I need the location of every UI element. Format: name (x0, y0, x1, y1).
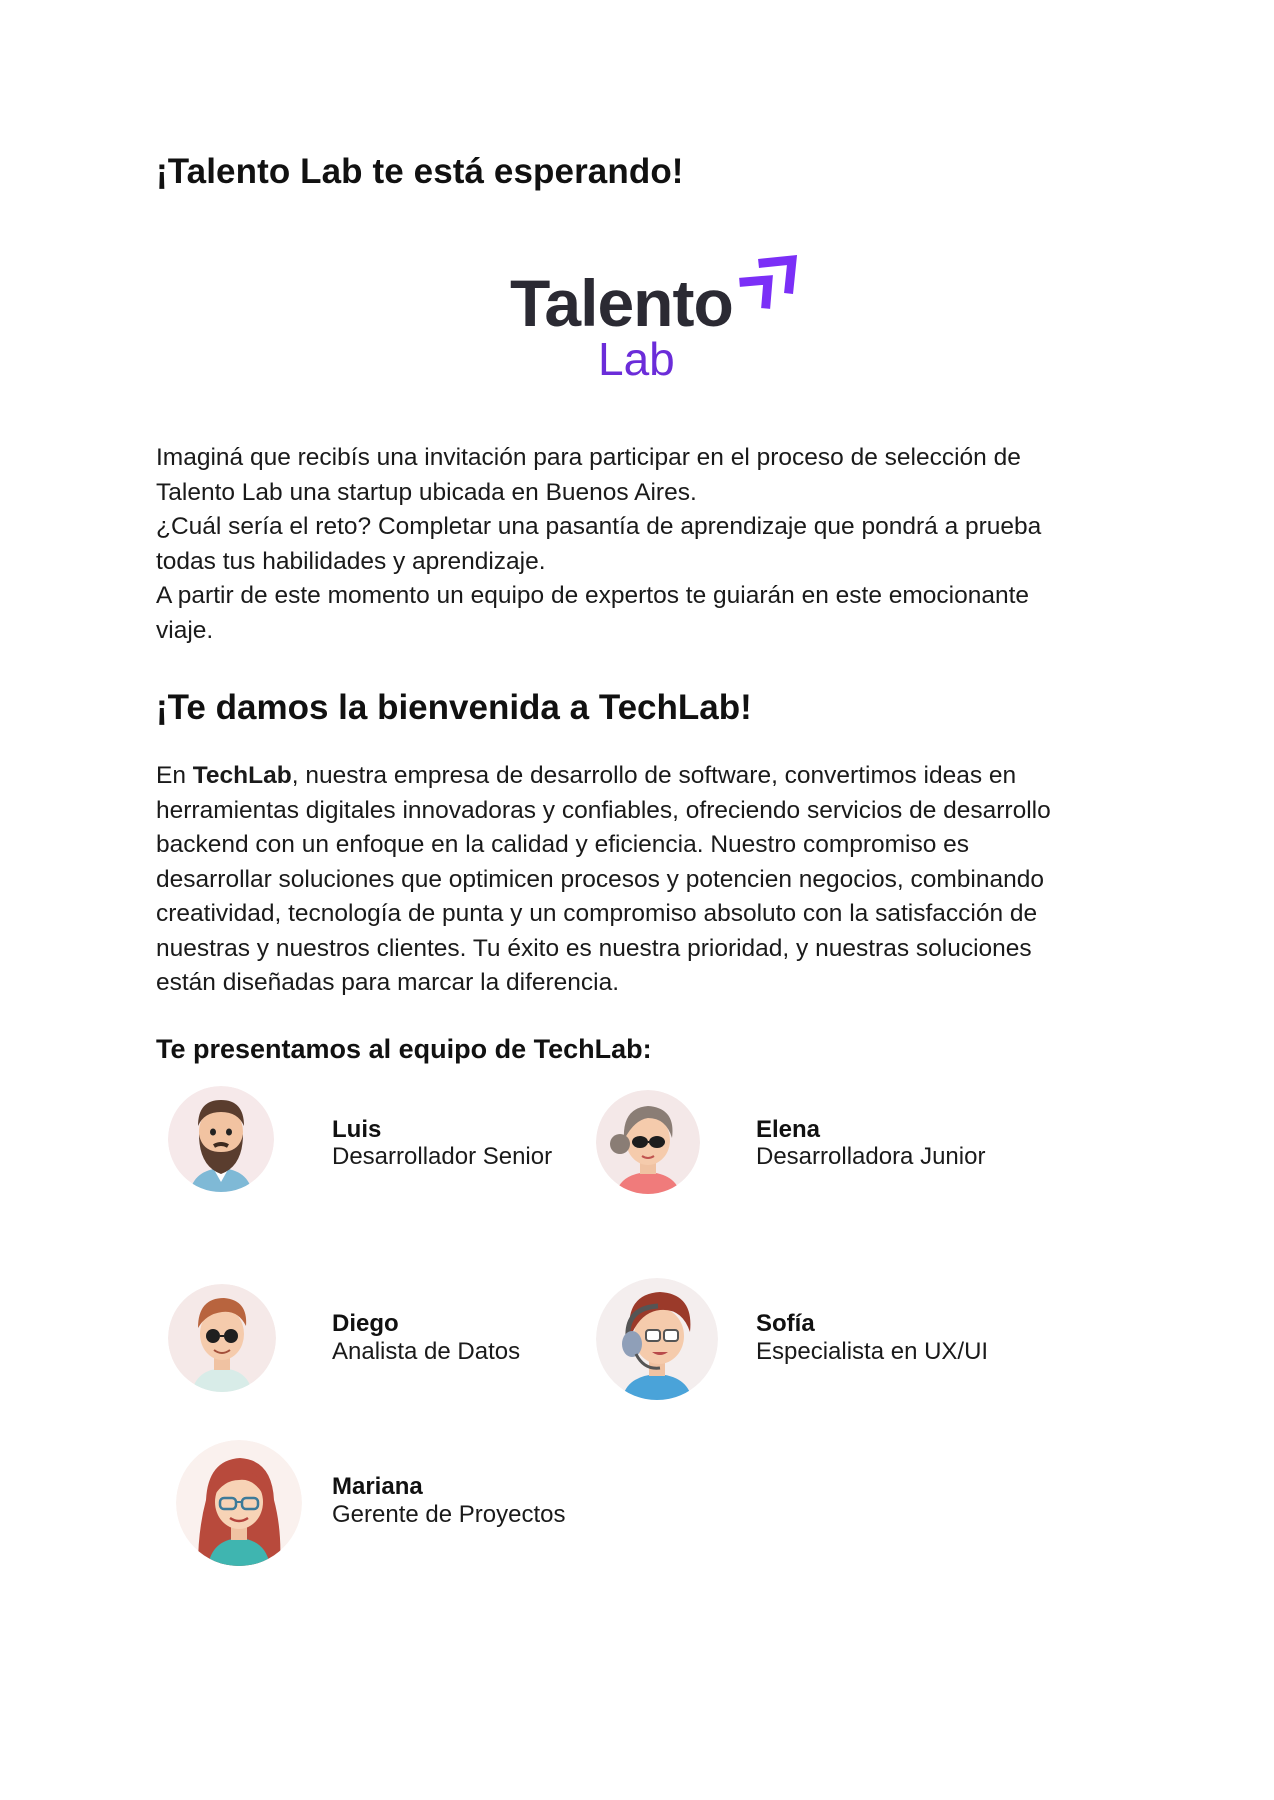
double-arrow-up-right-icon (739, 254, 798, 309)
about-line: creatividad, tecnología de punta y un co… (156, 900, 1038, 927)
bearded-man-avatar-icon (168, 1086, 274, 1192)
about-line1-rest: , nuestra empresa de desarrollo de softw… (291, 762, 1017, 789)
intro-line: Imaginá que recibís una invitación para … (156, 444, 1021, 471)
member-role: Desarrolladora Junior (756, 1143, 986, 1170)
about-paragraph: En TechLab, nuestra empresa de desarroll… (156, 759, 1116, 1001)
intro-line: A partir de este momento un equipo de ex… (156, 582, 1030, 609)
member-name: Elena (756, 1116, 821, 1143)
member-name: Sofía (756, 1310, 815, 1337)
intro-line: todas tus habilidades y aprendizaje. (156, 547, 546, 575)
about-line: En TechLab, nuestra empresa de desarroll… (156, 759, 1116, 794)
woman-headset-avatar-icon (596, 1278, 718, 1400)
woman-sunglasses-avatar-icon (596, 1090, 700, 1194)
member-role: Analista de Datos (332, 1338, 521, 1365)
member-name: Luis (332, 1116, 382, 1143)
member-role: Especialista en UX/UI (756, 1338, 989, 1365)
intro-line: Talento Lab una startup ubicada en Bueno… (156, 478, 697, 506)
page-title: ¡Talento Lab te está esperando! (156, 152, 684, 191)
document-page: ¡Talento Lab te está esperando! Talento … (0, 0, 1274, 1800)
woman-glasses-avatar-icon (176, 1440, 302, 1566)
logo-word-main: Talento (510, 266, 733, 340)
about-line: desarrollar soluciones que optimicen pro… (156, 865, 1044, 893)
intro-line: viaje. (156, 616, 214, 644)
welcome-heading: ¡Te damos la bienvenida a TechLab! (156, 688, 752, 727)
member-role: Desarrollador Senior (332, 1143, 553, 1170)
company-name: TechLab (192, 762, 292, 789)
about-prefix: En (156, 762, 193, 789)
man-round-glasses-avatar-icon (168, 1284, 276, 1392)
about-line: están diseñadas para marcar la diferenci… (156, 969, 620, 996)
intro-line: ¿Cuál sería el reto? Completar una pasan… (156, 513, 1042, 540)
logo-word-sub: Lab (598, 333, 675, 380)
member-role: Gerente de Proyectos (332, 1501, 566, 1528)
about-line: nuestras y nuestros clientes. Tu éxito e… (156, 934, 1032, 962)
team-heading: Te presentamos al equipo de TechLab: (156, 1034, 652, 1064)
member-name: Mariana (332, 1473, 423, 1500)
about-line: backend con un enfoque en la calidad y e… (156, 831, 970, 858)
about-line: herramientas digitales innovadoras y con… (156, 796, 1051, 824)
intro-paragraph: Imaginá que recibís una invitación para … (156, 441, 1116, 648)
talento-lab-logo: Talento Lab (500, 240, 820, 385)
member-name: Diego (332, 1310, 399, 1337)
